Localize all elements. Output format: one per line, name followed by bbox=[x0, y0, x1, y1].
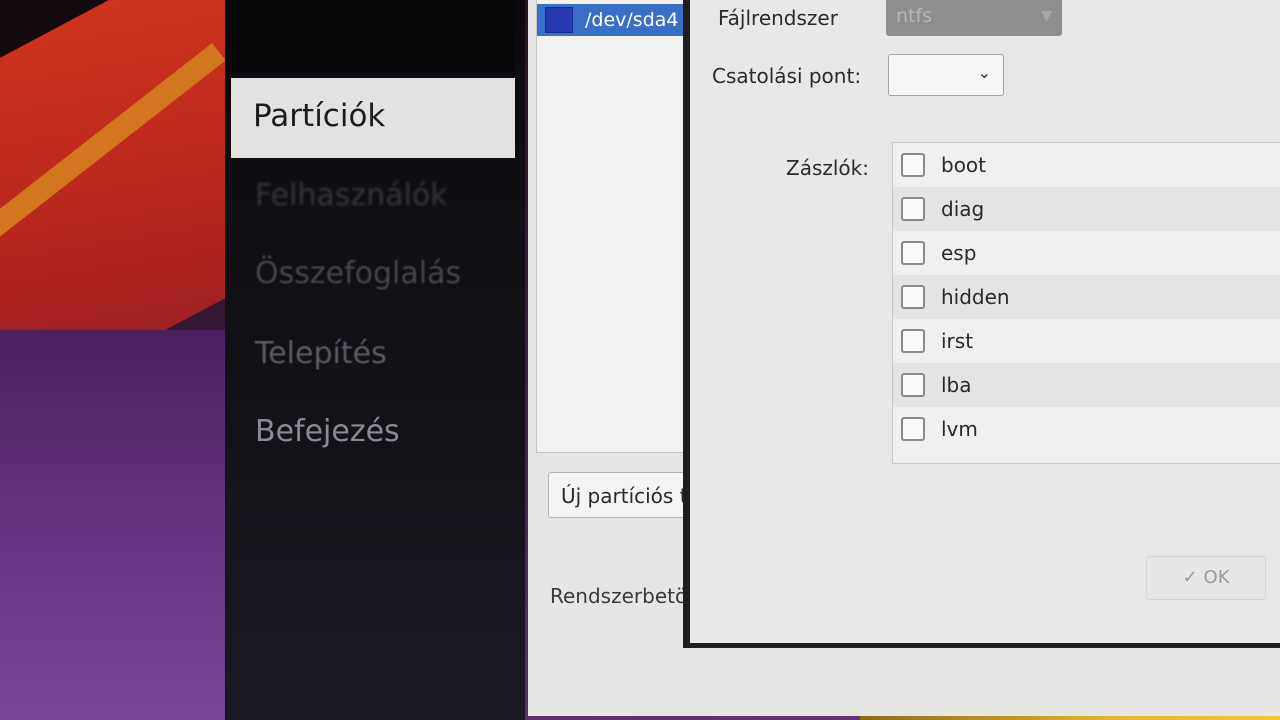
chevron-down-icon: ▼ bbox=[1041, 8, 1052, 24]
sidebar-step-finish: Befejezés bbox=[255, 414, 400, 449]
flag-label: diag bbox=[941, 197, 985, 221]
flag-checkbox[interactable] bbox=[901, 329, 925, 353]
flag-row-lvm[interactable]: lvm bbox=[893, 407, 1280, 451]
filesystem-select[interactable]: ntfs ▼ bbox=[886, 0, 1062, 36]
sidebar-top-band bbox=[225, 0, 515, 72]
partition-device-name: /dev/sda4 bbox=[585, 9, 679, 31]
flag-row-esp[interactable]: esp bbox=[893, 231, 1280, 275]
flag-label: irst bbox=[941, 329, 974, 353]
flag-checkbox[interactable] bbox=[901, 417, 925, 441]
flag-label: boot bbox=[941, 153, 987, 177]
flag-label: lba bbox=[941, 373, 972, 397]
mountpoint-select[interactable]: ⌄ bbox=[888, 54, 1004, 96]
installer-sidebar: Partíciók Felhasználók Összefoglalás Tel… bbox=[225, 0, 525, 720]
flag-checkbox[interactable] bbox=[901, 241, 925, 265]
flag-row-diag[interactable]: diag bbox=[893, 187, 1280, 231]
flag-label: esp bbox=[941, 241, 977, 265]
flag-checkbox[interactable] bbox=[901, 153, 925, 177]
flag-checkbox[interactable] bbox=[901, 197, 925, 221]
sidebar-step-install: Telepítés bbox=[255, 336, 387, 371]
flag-row-lba[interactable]: lba bbox=[893, 363, 1280, 407]
flag-checkbox[interactable] bbox=[901, 285, 925, 309]
sidebar-step-label: Partíciók bbox=[253, 98, 386, 134]
flag-row-irst[interactable]: irst bbox=[893, 319, 1280, 363]
flag-label: hidden bbox=[941, 285, 1010, 309]
flag-checkbox[interactable] bbox=[901, 373, 925, 397]
flag-label: lvm bbox=[941, 417, 978, 441]
flag-row-hidden[interactable]: hidden bbox=[893, 275, 1280, 319]
flags-list[interactable]: boot diag esp hidden irst lba lvm bbox=[892, 142, 1280, 464]
filesystem-label: Fájlrendszer bbox=[718, 6, 838, 30]
edit-partition-dialog: Fájlrendszer ntfs ▼ Csatolási pont: ⌄ Zá… bbox=[683, 0, 1280, 648]
ok-button[interactable]: ✓ OK bbox=[1146, 556, 1266, 600]
sidebar-step-users: Felhasználók bbox=[255, 178, 448, 213]
checkmark-icon: ✓ bbox=[1182, 567, 1198, 588]
sidebar-step-partitions: Partíciók bbox=[231, 78, 515, 158]
flag-row-boot[interactable]: boot bbox=[893, 143, 1280, 187]
sidebar-step-summary: Összefoglalás bbox=[255, 256, 462, 291]
chevron-down-icon: ⌄ bbox=[977, 63, 991, 82]
partition-color-swatch bbox=[545, 7, 573, 33]
ok-button-label: OK bbox=[1203, 567, 1230, 588]
mountpoint-label: Csatolási pont: bbox=[712, 64, 862, 88]
filesystem-value: ntfs bbox=[896, 5, 933, 27]
flags-label: Zászlók: bbox=[786, 156, 869, 180]
